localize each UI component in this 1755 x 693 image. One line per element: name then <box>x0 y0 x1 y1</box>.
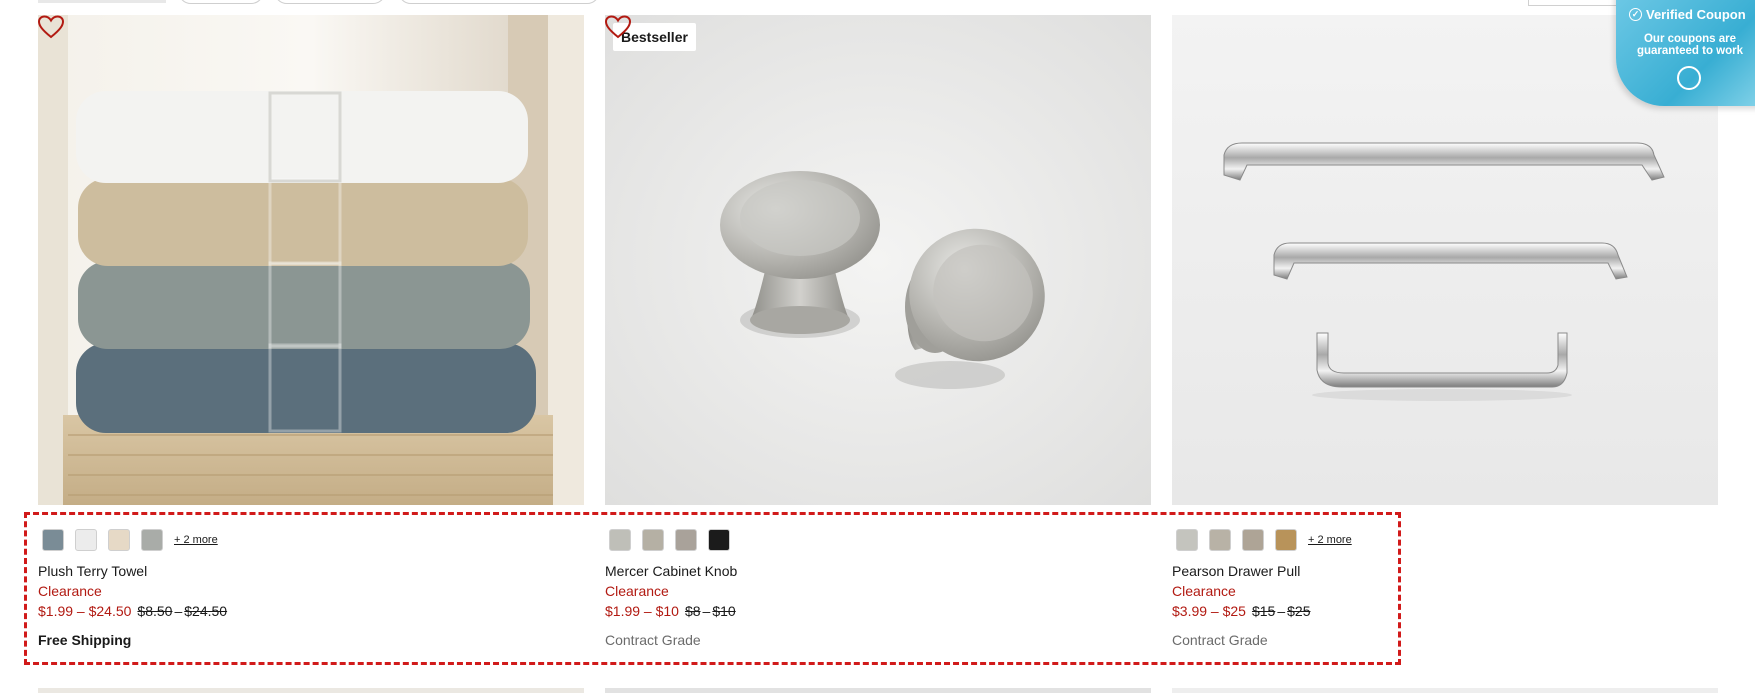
sale-price: $1.99 – $10 <box>605 603 679 619</box>
filter-pill[interactable] <box>398 0 600 4</box>
heart-icon[interactable] <box>605 15 631 39</box>
color-swatch[interactable] <box>1209 529 1231 551</box>
original-price-low: $8 <box>684 603 701 619</box>
more-colors-link[interactable]: + 2 more <box>1308 534 1352 546</box>
price-dash: – <box>1277 603 1286 619</box>
clearance-tag: Clearance <box>38 583 102 599</box>
more-colors-link[interactable]: + 2 more <box>174 534 218 546</box>
verified-coupon-widget[interactable]: ✓ Verified Coupon Our coupons are guaran… <box>1616 0 1755 106</box>
color-swatch[interactable] <box>1176 529 1198 551</box>
chat-icon[interactable] <box>1677 66 1701 90</box>
product-price: $1.99 – $24.50 $8.50– $24.50 <box>38 603 227 619</box>
product-card[interactable] <box>38 15 584 505</box>
clearance-tag: Clearance <box>1172 583 1236 599</box>
coupon-title: ✓ Verified Coupon <box>1629 7 1746 22</box>
sort-control[interactable] <box>38 0 166 3</box>
filter-pill[interactable] <box>178 0 264 4</box>
product-name[interactable]: Pearson Drawer Pull <box>1172 563 1300 579</box>
color-swatch[interactable] <box>75 529 97 551</box>
color-swatch[interactable] <box>708 529 730 551</box>
filter-pill[interactable] <box>274 0 386 4</box>
price-dash: – <box>702 603 711 619</box>
cabinet-knob-image <box>605 15 1151 505</box>
next-row-image[interactable] <box>1172 688 1718 693</box>
filter-bar <box>0 0 1755 8</box>
original-price-high: $10 <box>712 603 736 619</box>
product-name[interactable]: Mercer Cabinet Knob <box>605 563 737 579</box>
color-swatch[interactable] <box>642 529 664 551</box>
original-price-high: $25 <box>1287 603 1311 619</box>
original-price-high: $24.50 <box>184 603 228 619</box>
coupon-message: Our coupons are guaranteed to work <box>1636 33 1744 57</box>
check-icon: ✓ <box>1629 8 1642 21</box>
color-swatch[interactable] <box>1275 529 1297 551</box>
color-swatch[interactable] <box>141 529 163 551</box>
original-price-low: $15 <box>1251 603 1276 619</box>
product-price: $3.99 – $25 $15– $25 <box>1172 603 1310 619</box>
product-card[interactable]: Bestseller <box>605 15 1151 505</box>
clearance-tag: Clearance <box>605 583 669 599</box>
heart-icon[interactable] <box>38 15 64 39</box>
contract-grade-label: Contract Grade <box>605 632 701 648</box>
color-swatches: + 2 more <box>1176 528 1352 552</box>
contract-grade-label: Contract Grade <box>1172 632 1268 648</box>
color-swatches <box>609 528 741 552</box>
color-swatches: + 2 more <box>42 528 218 552</box>
coupon-title-text: Verified Coupon <box>1646 7 1746 22</box>
sale-price: $1.99 – $24.50 <box>38 603 132 619</box>
towel-stack-image <box>38 15 584 505</box>
next-row-image[interactable] <box>605 688 1151 693</box>
sale-price: $3.99 – $25 <box>1172 603 1246 619</box>
next-row-image[interactable] <box>38 688 584 693</box>
price-dash: – <box>174 603 183 619</box>
product-image[interactable]: Bestseller <box>605 15 1151 505</box>
color-swatch[interactable] <box>108 529 130 551</box>
original-price-low: $8.50 <box>137 603 173 619</box>
product-image[interactable] <box>38 15 584 505</box>
color-swatch[interactable] <box>1242 529 1264 551</box>
color-swatch[interactable] <box>609 529 631 551</box>
free-shipping-label: Free Shipping <box>38 632 132 648</box>
product-name[interactable]: Plush Terry Towel <box>38 563 147 579</box>
product-price: $1.99 – $10 $8– $10 <box>605 603 736 619</box>
color-swatch[interactable] <box>42 529 64 551</box>
color-swatch[interactable] <box>675 529 697 551</box>
